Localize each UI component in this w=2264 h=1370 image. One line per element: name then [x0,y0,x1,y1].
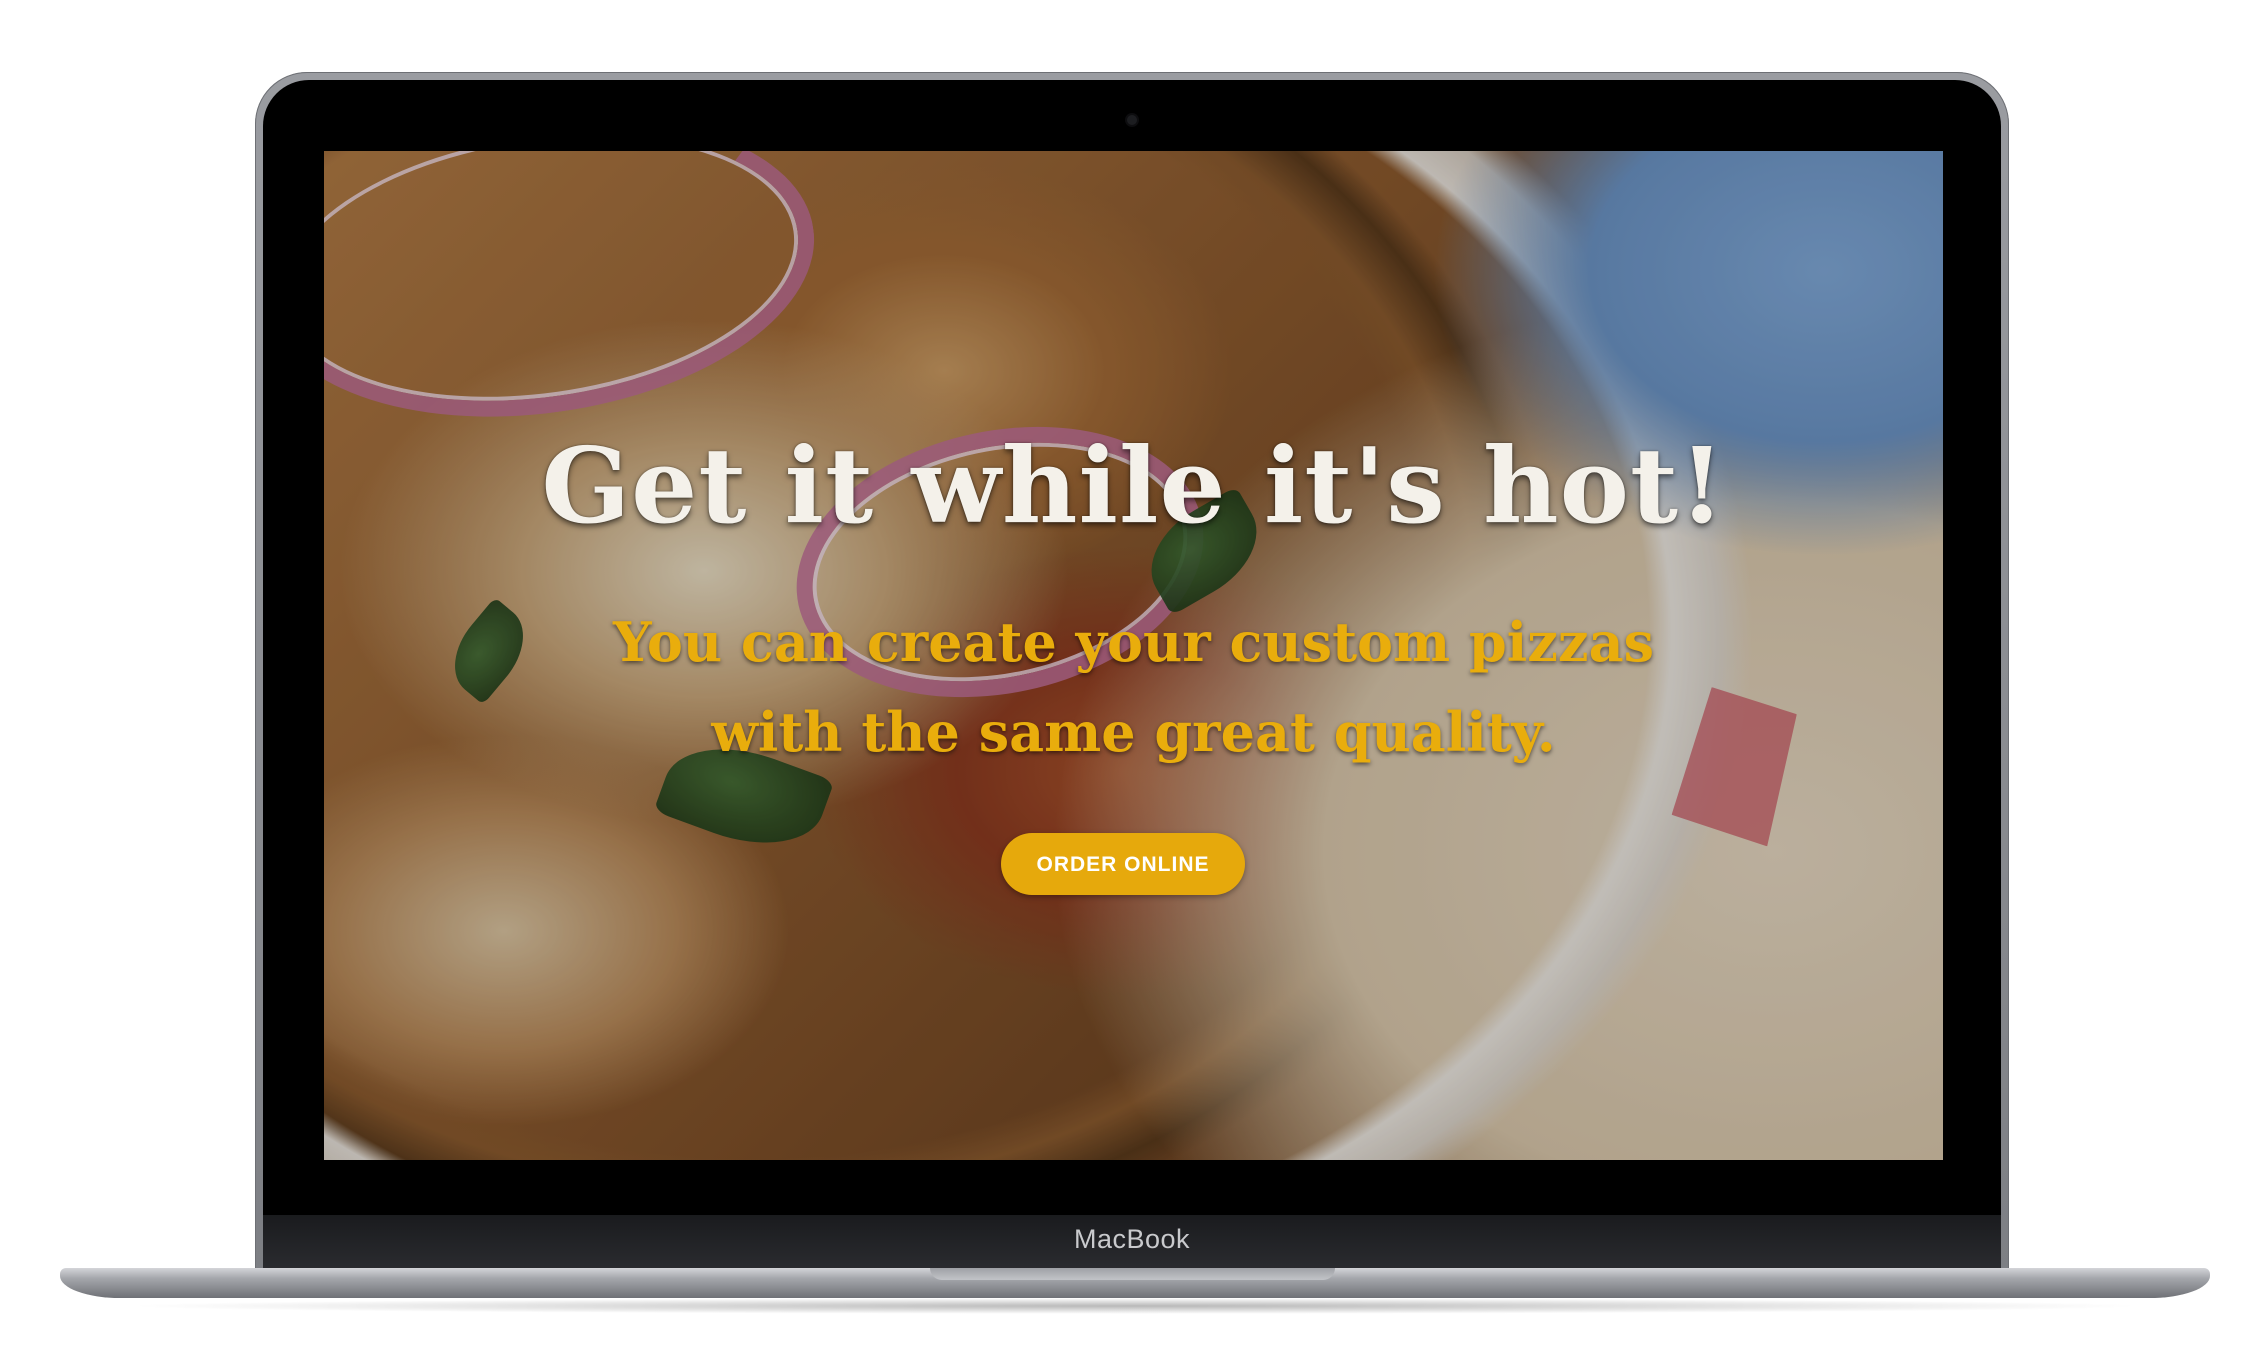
device-brand-label: MacBook [1073,1224,1191,1254]
mockup-stage: Get it while it's hot! You can create yo… [0,0,2264,1370]
order-online-button[interactable]: ORDER ONLINE [1001,833,1245,895]
website-screen: Get it while it's hot! You can create yo… [324,151,1943,1160]
hero-subtitle-line: with the same great quality. [711,700,1556,764]
hero-section: Get it while it's hot! You can create yo… [324,151,1943,1160]
hero-title: Get it while it's hot! [541,424,1726,547]
laptop-hinge-notch [930,1268,1335,1280]
camera-icon [1127,115,1137,125]
hero-subtitle: You can create your custom pizzas with t… [324,597,1943,777]
hero-subtitle-line: You can create your custom pizzas [613,610,1654,674]
laptop-shadow [120,1298,2150,1314]
